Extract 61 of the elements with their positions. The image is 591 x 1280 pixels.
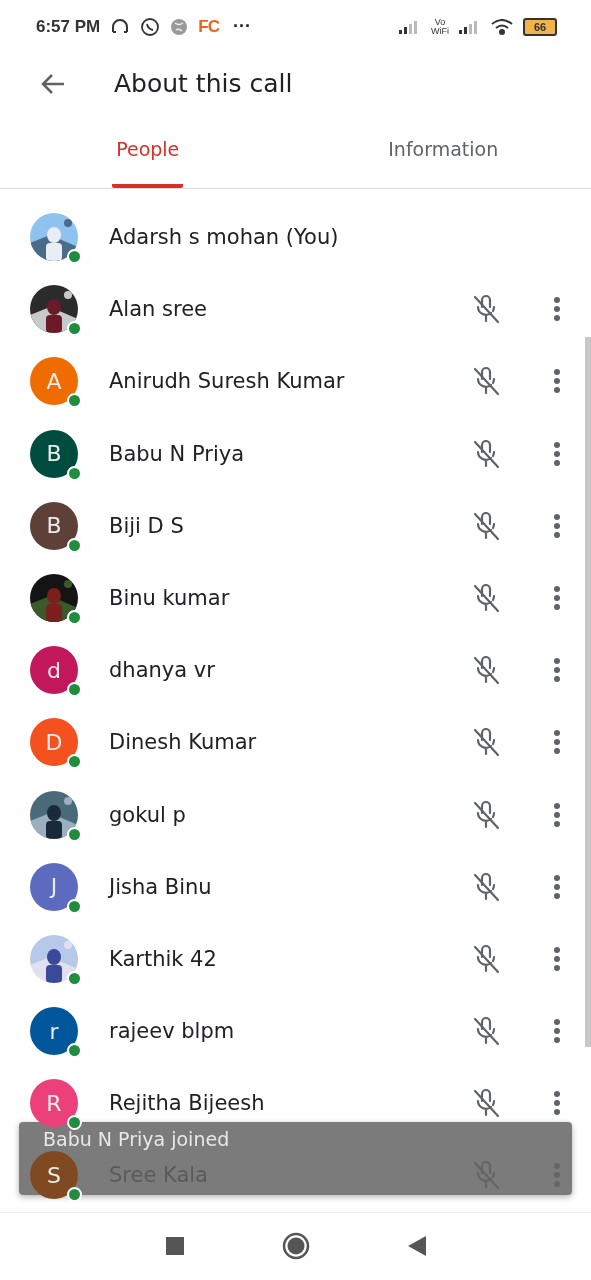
participant-name: rajeev blpm: [109, 1019, 236, 1044]
participant-name: Dinesh Kumar: [109, 730, 258, 755]
mic-off-icon: [471, 1015, 501, 1048]
participant-name: Adarsh s mohan (You): [109, 225, 340, 249]
home-button[interactable]: [281, 1232, 310, 1261]
avatar: J: [30, 862, 78, 911]
wifi-icon: [491, 19, 513, 35]
more-vert-icon: [553, 801, 561, 828]
participant-name: Alan sree: [109, 297, 208, 322]
snackbar-message: Babu N Priya joined: [43, 1128, 230, 1150]
more-vert-icon: [553, 657, 561, 684]
whatsapp-icon: [140, 17, 161, 37]
more-vert-icon: [553, 945, 561, 972]
more-vert-icon: [553, 296, 561, 323]
page-title: About this call: [114, 69, 293, 99]
back-nav-button[interactable]: [407, 1236, 426, 1257]
avatar: D: [30, 718, 78, 767]
recents-button[interactable]: [165, 1237, 184, 1256]
more-vert-icon: [553, 440, 561, 467]
tab[interactable]: Information: [295, 113, 591, 188]
avatar: B: [30, 429, 78, 478]
participant-name: Binu kumar: [109, 585, 231, 610]
more-vert-icon: [553, 873, 561, 900]
mic-off-icon: [471, 293, 501, 326]
vowifi-label: Vo WiFi: [431, 18, 449, 36]
mic-off-icon: [471, 437, 501, 470]
avatar: B: [30, 501, 78, 550]
participant-name: Biji D S: [109, 513, 185, 538]
participant-name: gokul p: [109, 802, 187, 827]
mic-off-icon: [471, 1087, 501, 1120]
mic-off-icon: [471, 654, 501, 687]
mic-off-icon: [471, 870, 501, 903]
avatar: R: [30, 1079, 78, 1128]
mic-off-icon: [471, 509, 501, 542]
status-time: 6:57 PM: [36, 17, 101, 37]
more-vert-icon: [553, 729, 561, 756]
mic-off-icon: [471, 942, 501, 975]
tab[interactable]: People: [0, 113, 296, 188]
participant-name: Babu N Priya: [109, 441, 246, 466]
participant-name: Rejitha Bijeesh: [109, 1091, 266, 1116]
avatar: A: [30, 357, 78, 406]
avatar: d: [30, 646, 78, 695]
back-button[interactable]: [40, 72, 66, 95]
mic-off-icon: [471, 726, 501, 759]
more-vert-icon: [553, 1018, 561, 1045]
more-vert-icon: [553, 512, 561, 539]
participant-name: Anirudh Suresh Kumar: [109, 369, 346, 394]
more-vert-icon: [553, 584, 561, 611]
mic-off-icon: [471, 581, 501, 614]
mic-off-icon: [471, 798, 501, 831]
mic-off-icon: [471, 365, 501, 398]
more-vert-icon: [553, 368, 561, 395]
more-notifications: ···: [232, 16, 251, 38]
globe-icon: [170, 18, 189, 36]
battery-indicator: 66: [523, 18, 557, 36]
participant-name: Karthik 42: [109, 946, 218, 971]
app-logo: FC: [198, 17, 219, 37]
participant-name: dhanya vr: [109, 658, 216, 683]
more-vert-icon: [553, 1090, 561, 1117]
participant-name: Jisha Binu: [109, 874, 213, 899]
avatar: r: [30, 1007, 78, 1056]
